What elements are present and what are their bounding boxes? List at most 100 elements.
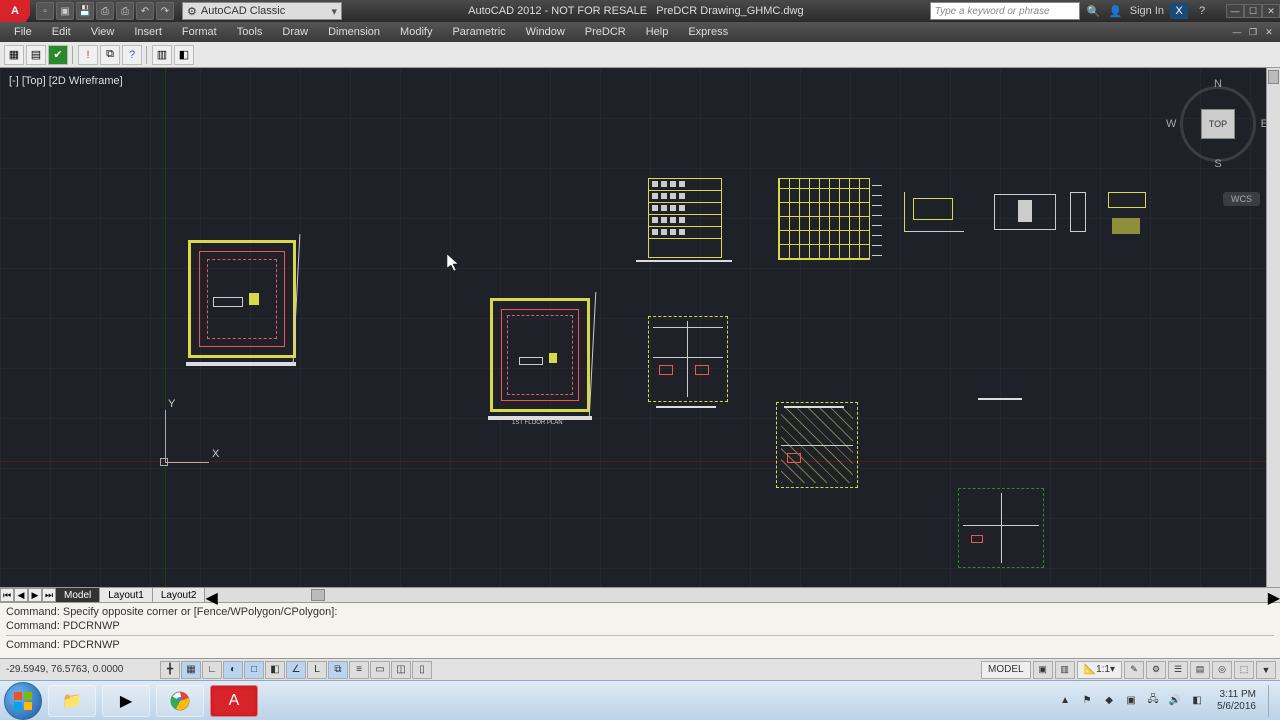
space-label[interactable]: MODEL: [981, 661, 1031, 679]
maximize-button[interactable]: ☐: [1244, 4, 1262, 18]
menu-format[interactable]: Format: [172, 24, 227, 40]
tray-2[interactable]: ▣: [1123, 693, 1139, 709]
sr-6[interactable]: ▤: [1190, 661, 1210, 679]
tool-3[interactable]: ✔: [48, 45, 68, 65]
saveas-icon[interactable]: ⎙: [96, 2, 114, 20]
tray-net-icon[interactable]: 🖧: [1145, 693, 1161, 709]
sc-toggle[interactable]: ▯: [412, 661, 432, 679]
sr-5[interactable]: ☰: [1168, 661, 1188, 679]
ducs-toggle[interactable]: L: [307, 661, 327, 679]
search-glyph-icon[interactable]: 🔍: [1086, 3, 1102, 19]
osnap-toggle[interactable]: □: [244, 661, 264, 679]
menu-draw[interactable]: Draw: [272, 24, 318, 40]
menu-insert[interactable]: Insert: [124, 24, 172, 40]
new-icon[interactable]: ▫: [36, 2, 54, 20]
anno-scale[interactable]: 📐 1:1 ▾: [1077, 661, 1122, 679]
sr-1[interactable]: ▣: [1033, 661, 1053, 679]
open-icon[interactable]: ▣: [56, 2, 74, 20]
tool-2[interactable]: ▤: [26, 45, 46, 65]
viewport-label[interactable]: [-] [Top] [2D Wireframe]: [6, 74, 126, 88]
drawing-canvas[interactable]: [-] [Top] [2D Wireframe] N S W E TOP WCS…: [0, 68, 1280, 587]
sr-4[interactable]: ⚙: [1146, 661, 1166, 679]
menu-express[interactable]: Express: [678, 24, 738, 40]
menu-help[interactable]: Help: [636, 24, 679, 40]
tray-1[interactable]: ◆: [1101, 693, 1117, 709]
taskbar-media[interactable]: ▶: [102, 685, 150, 717]
show-desktop[interactable]: [1268, 685, 1276, 717]
tab-nav-last[interactable]: ⏭: [42, 588, 56, 602]
save-icon[interactable]: 💾: [76, 2, 94, 20]
menu-window[interactable]: Window: [516, 24, 575, 40]
tab-layout2[interactable]: Layout2: [153, 588, 206, 602]
ortho-toggle[interactable]: ∟: [202, 661, 222, 679]
close-button[interactable]: ✕: [1262, 4, 1280, 18]
cmd-current[interactable]: Command: PDCRNWP: [6, 635, 1274, 652]
tab-nav-prev[interactable]: ◀: [14, 588, 28, 602]
tpy-toggle[interactable]: ▭: [370, 661, 390, 679]
fp1-bar: [656, 406, 716, 408]
menu-edit[interactable]: Edit: [42, 24, 81, 40]
taskbar-autocad[interactable]: A: [210, 685, 258, 717]
menu-tools[interactable]: Tools: [227, 24, 273, 40]
sr-8[interactable]: ⬚: [1234, 661, 1254, 679]
command-window[interactable]: Command: Specify opposite corner or [Fen…: [0, 602, 1280, 658]
otrack-toggle[interactable]: ∠: [286, 661, 306, 679]
tab-nav-first[interactable]: ⏮: [0, 588, 14, 602]
3dosnap-toggle[interactable]: ◧: [265, 661, 285, 679]
minimize-button[interactable]: —: [1226, 4, 1244, 18]
tray-vol-icon[interactable]: 🔊: [1167, 693, 1183, 709]
doc-close[interactable]: ✕: [1262, 26, 1276, 38]
undo-icon[interactable]: ↶: [136, 2, 154, 20]
lwt-toggle[interactable]: ≡: [349, 661, 369, 679]
qp-toggle[interactable]: ◫: [391, 661, 411, 679]
canvas-scrollbar-v[interactable]: [1266, 68, 1280, 587]
autocad-logo-icon[interactable]: A: [0, 0, 30, 22]
windows-taskbar: 📁 ▶ A ▲ ⚑ ◆ ▣ 🖧 🔊 ◧ 3:11 PM5/6/2016: [0, 680, 1280, 720]
sr-2[interactable]: ▥: [1055, 661, 1075, 679]
doc-minimize[interactable]: —: [1230, 26, 1244, 38]
redo-icon[interactable]: ↷: [156, 2, 174, 20]
tool-1[interactable]: ▦: [4, 45, 24, 65]
grid-toggle[interactable]: ▦: [181, 661, 201, 679]
taskbar-explorer[interactable]: 📁: [48, 685, 96, 717]
signin-label[interactable]: Sign In: [1130, 5, 1164, 17]
menu-predcr[interactable]: PreDCR: [575, 24, 636, 40]
tool-7[interactable]: ▥: [152, 45, 172, 65]
canvas-scrollbar-h[interactable]: ◀▶: [205, 588, 1280, 602]
start-button[interactable]: [4, 682, 42, 720]
help-icon[interactable]: ?: [1194, 3, 1210, 19]
menu-view[interactable]: View: [81, 24, 125, 40]
tab-nav-next[interactable]: ▶: [28, 588, 42, 602]
taskbar-chrome[interactable]: [156, 685, 204, 717]
exchange-icon[interactable]: X: [1170, 3, 1188, 19]
help-search-input[interactable]: Type a keyword or phrase: [930, 2, 1080, 20]
tray-flag-icon[interactable]: ⚑: [1079, 693, 1095, 709]
section-1: [774, 174, 874, 264]
tool-8[interactable]: ◧: [174, 45, 194, 65]
workspace-dropdown[interactable]: ⚙AutoCAD Classic: [182, 2, 342, 20]
tool-4[interactable]: !: [78, 45, 98, 65]
menu-file[interactable]: File: [4, 24, 42, 40]
menu-dimension[interactable]: Dimension: [318, 24, 390, 40]
tray-3[interactable]: ◧: [1189, 693, 1205, 709]
tab-layout1[interactable]: Layout1: [100, 588, 153, 602]
sr-3[interactable]: ✎: [1124, 661, 1144, 679]
sr-7[interactable]: ◎: [1212, 661, 1232, 679]
tray-up-icon[interactable]: ▲: [1057, 693, 1073, 709]
snap-toggle[interactable]: ╋: [160, 661, 180, 679]
sr-9[interactable]: ▼: [1256, 661, 1276, 679]
tab-model[interactable]: Model: [56, 588, 100, 602]
menu-modify[interactable]: Modify: [390, 24, 442, 40]
wcs-badge[interactable]: WCS: [1223, 192, 1260, 206]
view-cube[interactable]: N S W E TOP: [1172, 78, 1264, 170]
menu-bar: FileEditViewInsertFormatToolsDrawDimensi…: [0, 22, 1280, 42]
tool-5[interactable]: ⧉: [100, 45, 120, 65]
taskbar-clock[interactable]: 3:11 PM5/6/2016: [1217, 689, 1256, 713]
polar-toggle[interactable]: ◐: [223, 661, 243, 679]
doc-restore[interactable]: ❐: [1246, 26, 1260, 38]
tool-6[interactable]: ?: [122, 45, 142, 65]
print-icon[interactable]: ⎙: [116, 2, 134, 20]
menu-parametric[interactable]: Parametric: [442, 24, 515, 40]
dyn-toggle[interactable]: ⧉: [328, 661, 348, 679]
signin-icon[interactable]: 👤: [1108, 3, 1124, 19]
